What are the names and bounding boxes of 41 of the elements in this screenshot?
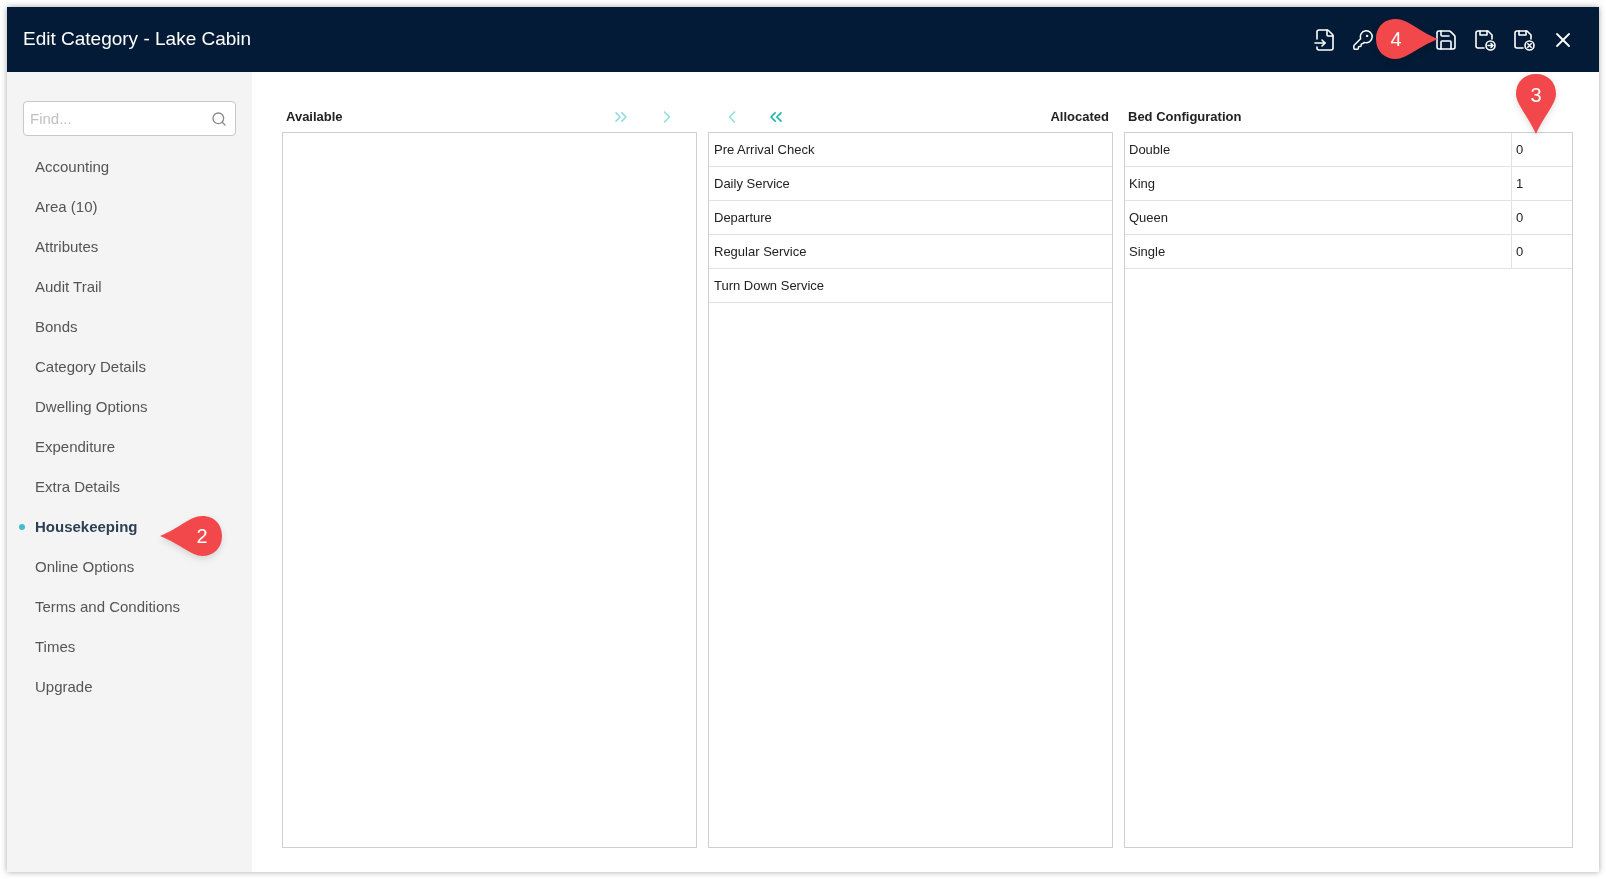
sidebar-item[interactable]: Area (10) (35, 195, 98, 219)
window-title: Edit Category - Lake Cabin (23, 27, 252, 52)
quantity-field[interactable]: 0 (1516, 241, 1524, 262)
sidebar-item[interactable]: Housekeeping (35, 515, 138, 539)
sidebar-item[interactable]: Bonds (35, 315, 78, 339)
table-cell-text: King (1129, 174, 1156, 193)
save-icon[interactable] (1434, 27, 1458, 52)
list-item[interactable]: Pre Arrival Check (714, 139, 815, 160)
sidebar-item[interactable]: Accounting (35, 155, 110, 179)
callout-marker: 4 (1374, 17, 1440, 61)
sidebar-item[interactable]: Upgrade (35, 675, 93, 699)
sidebar-item[interactable]: Category Details (35, 355, 146, 379)
sidebar-item[interactable]: Terms and Conditions (35, 595, 181, 619)
quantity-field[interactable]: 0 (1516, 139, 1524, 160)
search-icon (211, 111, 227, 127)
save-and-next-icon[interactable] (1473, 27, 1497, 52)
column-heading: Available (286, 108, 343, 127)
save-and-close-icon[interactable] (1512, 27, 1536, 52)
quantity-field[interactable]: 1 (1516, 173, 1524, 194)
callout-marker: 2 (158, 514, 224, 558)
table-cell-text: Single (1129, 242, 1166, 261)
table-cell-text: Double (1129, 140, 1171, 159)
list-item[interactable]: Daily Service (714, 173, 790, 194)
quantity-field[interactable]: 0 (1516, 207, 1524, 228)
column-heading: Bed Configuration (1128, 108, 1242, 127)
callout-marker: 3 (1514, 72, 1558, 136)
list-item[interactable]: Turn Down Service (714, 275, 825, 296)
import-icon[interactable] (1313, 27, 1337, 52)
sidebar-item[interactable]: Dwelling Options (35, 395, 148, 419)
sidebar-item[interactable]: Audit Trail (35, 275, 102, 299)
sidebar-item[interactable]: Online Options (35, 555, 135, 579)
search-field[interactable]: Find... (23, 101, 236, 136)
sidebar-item[interactable]: Attributes (35, 235, 99, 259)
table-cell-text: Queen (1129, 208, 1169, 227)
list-item[interactable]: Departure (714, 207, 772, 228)
column-heading: Allocated (1050, 108, 1109, 127)
key-icon[interactable] (1352, 28, 1374, 51)
list-item[interactable]: Regular Service (714, 241, 807, 262)
sidebar-item[interactable]: Expenditure (35, 435, 116, 459)
sidebar-item[interactable]: Times (35, 635, 76, 659)
sidebar-item[interactable]: Extra Details (35, 475, 121, 499)
